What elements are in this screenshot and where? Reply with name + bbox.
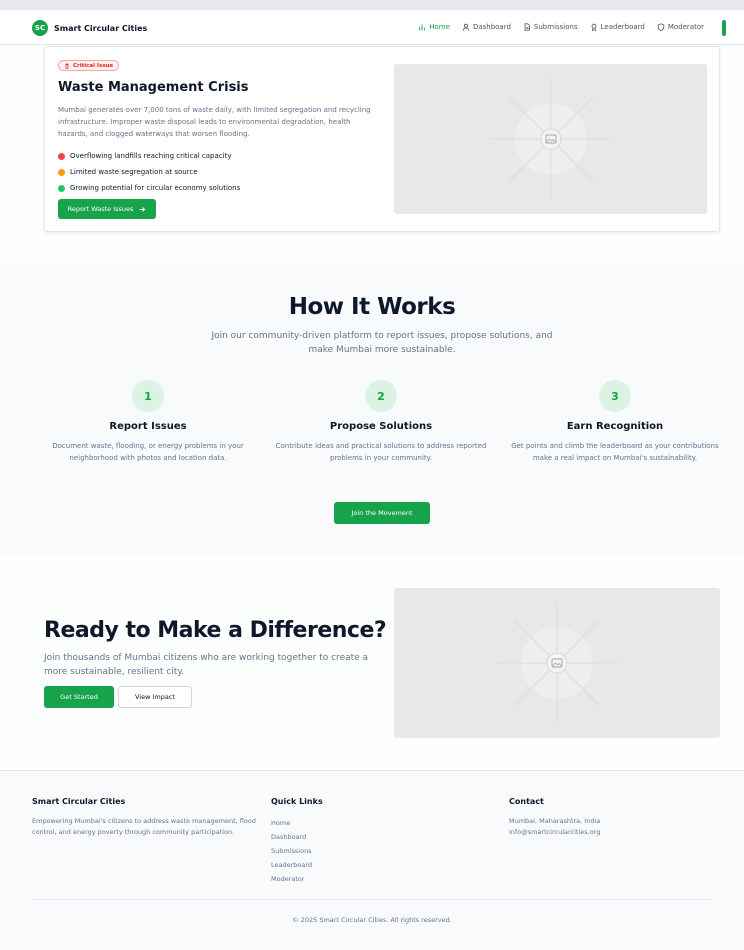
list-item: Limited waste segregation at source — [58, 164, 240, 180]
footer: Smart Circular Cities Empowering Mumbai'… — [0, 770, 744, 950]
step-propose-solutions: 2 Propose Solutions Contribute ideas and… — [271, 380, 491, 464]
nav-item-label: Submissions — [533, 23, 578, 31]
bullet-text: Overflowing landfills reaching critical … — [70, 152, 232, 160]
brand-logo-link[interactable]: SC Smart Circular Cities — [32, 20, 147, 36]
shield-icon — [657, 23, 665, 31]
main-nav: Home Dashboard Submissions Leaderboard M… — [418, 23, 704, 31]
document-icon — [524, 23, 530, 31]
footer-link-home[interactable]: Home — [271, 816, 323, 830]
step-title: Report Issues — [109, 421, 187, 432]
step-description: Get points and climb the leaderboard as … — [511, 442, 719, 462]
list-item: Overflowing landfills reaching critical … — [58, 148, 240, 164]
chart-icon — [419, 24, 426, 31]
list-item: Growing potential for circular economy s… — [58, 180, 240, 196]
copyright: © 2025 Smart Circular Cities. All rights… — [292, 916, 452, 924]
nav-item-dashboard[interactable]: Dashboard — [462, 23, 511, 31]
footer-quick-links: Quick Links Home Dashboard Submissions L… — [271, 797, 323, 886]
badge-label: Critical Issue — [73, 62, 114, 69]
button-label: View Impact — [135, 693, 175, 701]
critical-issue-badge: Critical Issue — [58, 60, 120, 71]
navbar: SC Smart Circular Cities Home Dashboard … — [0, 10, 744, 45]
cta-description: Join thousands of Mumbai citizens who ar… — [44, 653, 369, 677]
brand-name: Smart Circular Cities — [54, 23, 148, 33]
bullet-text: Limited waste segregation at source — [70, 168, 198, 176]
step-number: 2 — [365, 380, 397, 412]
contact-email[interactable]: info@smartcircularcities.org — [509, 827, 600, 838]
how-it-works-section: How It Works Join our community-driven p… — [0, 264, 744, 556]
top-strip — [0, 0, 744, 10]
footer-link-moderator[interactable]: Moderator — [271, 872, 323, 886]
crisis-bullet-list: Overflowing landfills reaching critical … — [58, 148, 240, 196]
crisis-title: Waste Management Crisis — [58, 80, 249, 95]
step-title: Propose Solutions — [329, 421, 433, 432]
footer-links-title: Quick Links — [271, 797, 323, 806]
red-status-dot — [58, 152, 65, 160]
step-number: 3 — [599, 380, 631, 412]
report-waste-issues-button[interactable]: Report Waste Issues — [58, 199, 156, 219]
footer-divider — [32, 899, 712, 900]
step-earn-recognition: 3 Earn Recognition Get points and climb … — [505, 380, 725, 464]
step-title: Earn Recognition — [566, 421, 664, 432]
nav-item-label: Dashboard — [472, 23, 511, 31]
nav-item-label: Moderator — [667, 23, 704, 31]
step-description: Document waste, flooding, or energy prob… — [52, 442, 244, 462]
nav-item-moderator[interactable]: Moderator — [657, 23, 704, 31]
image-icon — [490, 79, 611, 199]
amber-status-dot — [58, 168, 65, 176]
footer-link-dashboard[interactable]: Dashboard — [271, 830, 323, 844]
nav-item-home[interactable]: Home — [418, 23, 450, 31]
view-impact-button[interactable]: View Impact — [118, 686, 192, 708]
user-icon — [462, 23, 470, 31]
button-label: Join the Movement — [351, 509, 413, 517]
footer-about: Smart Circular Cities Empowering Mumbai'… — [32, 797, 262, 838]
brand-logo: SC — [32, 20, 48, 36]
nav-item-submissions[interactable]: Submissions — [523, 23, 578, 31]
footer-link-submissions[interactable]: Submissions — [271, 844, 323, 858]
footer-link-leaderboard[interactable]: Leaderboard — [271, 858, 323, 872]
green-status-dot — [58, 184, 65, 192]
footer-contact-title: Contact — [509, 797, 544, 806]
step-description: Contribute ideas and practical solutions… — [275, 442, 487, 462]
section-subtitle: Join our community-driven platform to re… — [211, 331, 553, 355]
get-started-button[interactable]: Get Started — [44, 686, 114, 708]
section-title: How It Works — [288, 294, 456, 320]
step-number: 1 — [132, 380, 164, 412]
bullet-text: Growing potential for circular economy s… — [70, 184, 241, 192]
join-the-movement-button[interactable]: Join the Movement — [334, 502, 430, 524]
image-placeholder — [394, 64, 707, 214]
menu-toggle-button[interactable] — [722, 20, 726, 36]
footer-about-text: Empowering Mumbai's citizens to address … — [32, 817, 256, 836]
nav-item-label: Leaderboard — [600, 23, 645, 31]
button-label: Report Waste Issues — [67, 205, 134, 213]
trash-icon — [65, 63, 69, 69]
cta-title: Ready to Make a Difference? — [44, 618, 387, 643]
waste-crisis-card: Critical Issue Waste Management Crisis M… — [44, 46, 720, 232]
image-icon — [497, 603, 617, 723]
step-report-issues: 1 Report Issues Document waste, flooding… — [38, 380, 258, 464]
button-label: Get Started — [60, 693, 98, 701]
call-to-action-section: Ready to Make a Difference? Join thousan… — [0, 576, 744, 756]
footer-about-title: Smart Circular Cities — [32, 797, 126, 806]
footer-contact: Contact Mumbai, Maharashtra, India info@… — [509, 797, 600, 838]
nav-item-leaderboard[interactable]: Leaderboard — [590, 23, 645, 31]
crisis-description: Mumbai generates over 7,000 tons of wast… — [58, 106, 371, 138]
arrow-right-icon — [140, 206, 146, 212]
contact-location: Mumbai, Maharashtra, India — [509, 817, 601, 825]
image-placeholder — [394, 588, 720, 738]
award-icon — [591, 23, 597, 31]
nav-item-label: Home — [429, 23, 450, 31]
